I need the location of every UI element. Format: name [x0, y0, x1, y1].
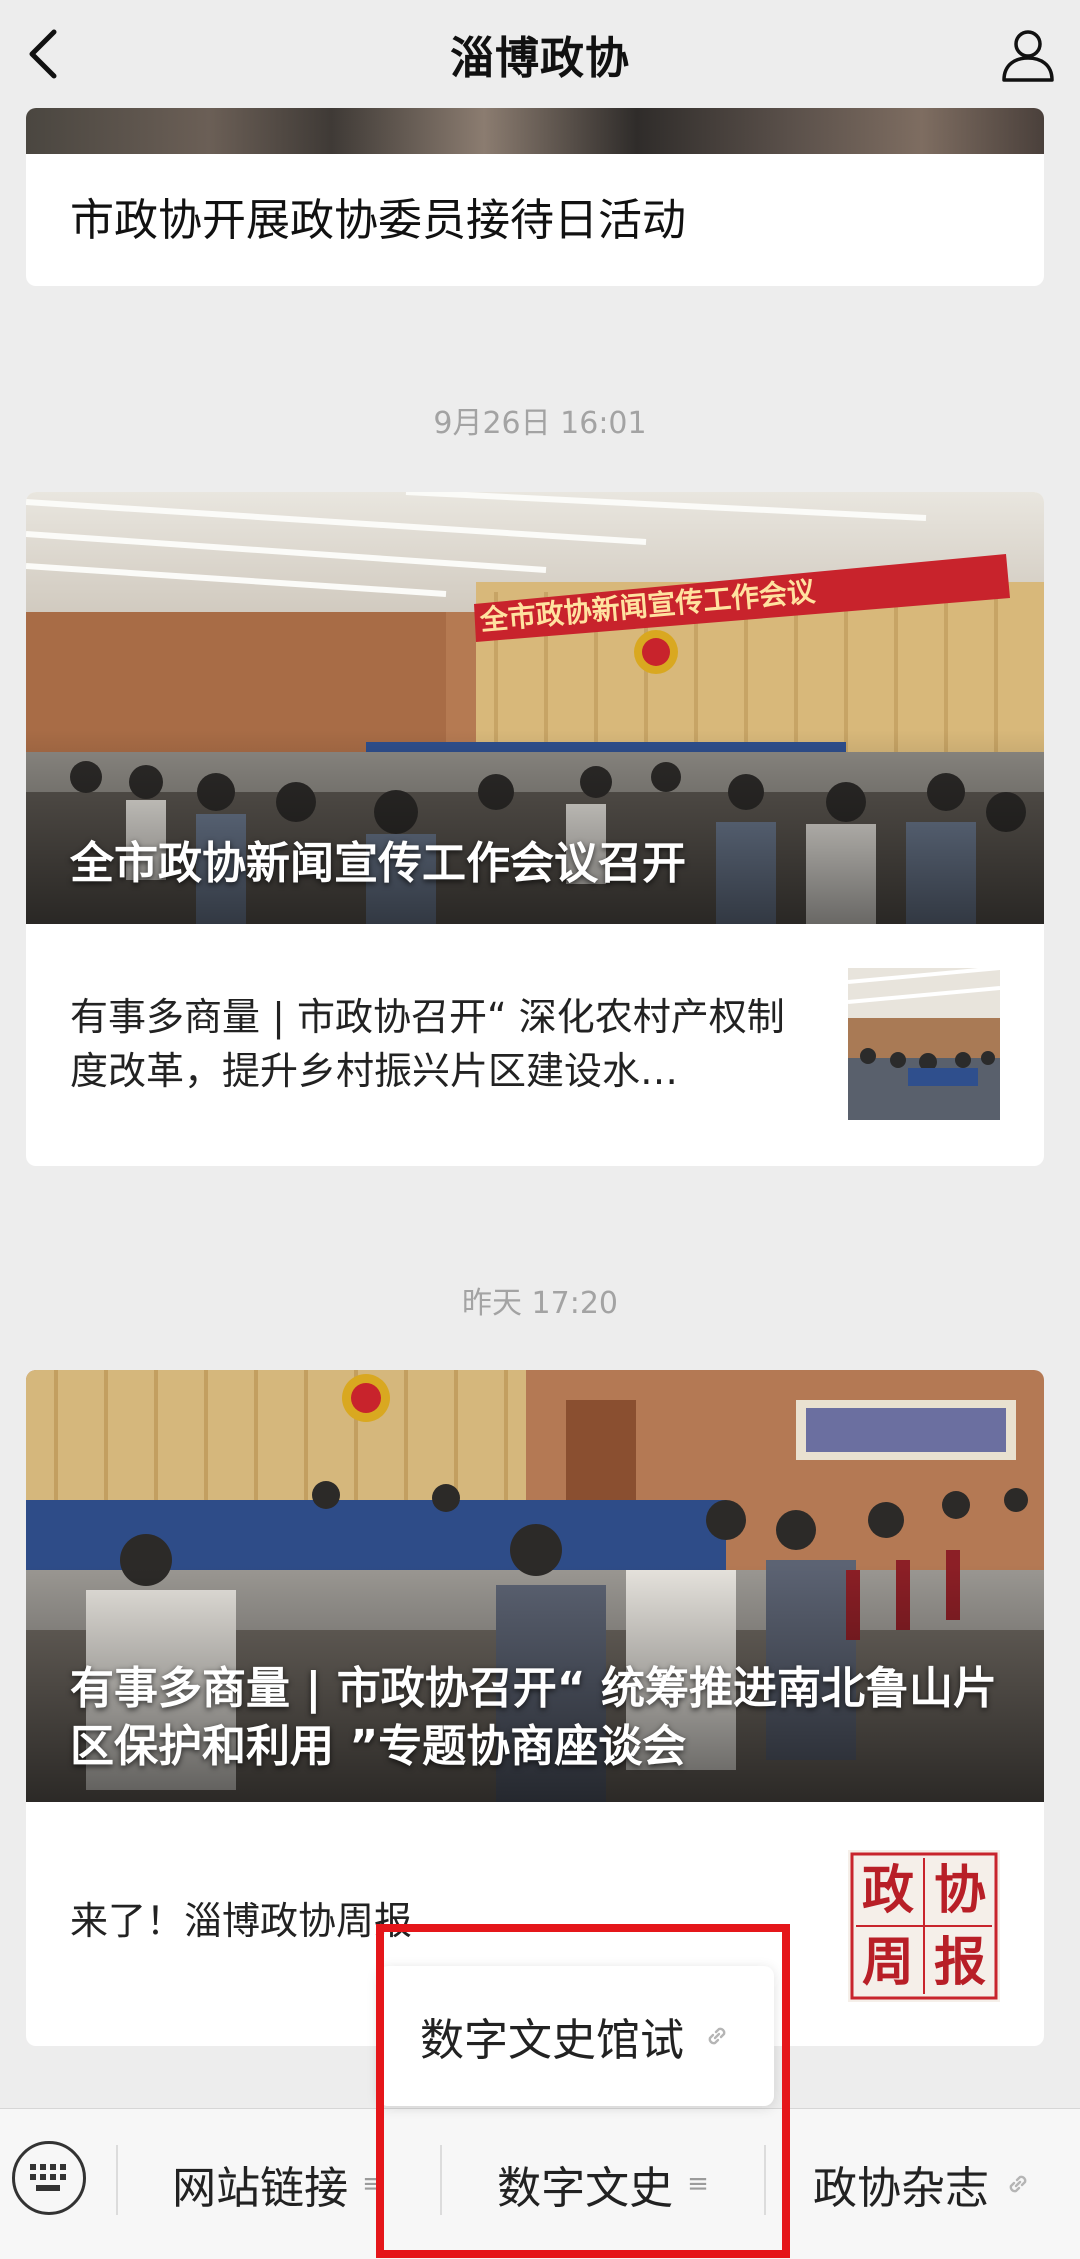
article-image-partial	[26, 108, 1044, 154]
menu-label: 政协杂志	[813, 2163, 989, 2214]
logo-char: 报	[934, 1932, 986, 1993]
menu-website-links[interactable]: 网站链接 ≡	[116, 2109, 440, 2259]
top-bar: 淄博政协	[0, 0, 1080, 108]
menu-digital-history[interactable]: 数字文史 ≡	[442, 2109, 764, 2259]
menu-lines-icon: ≡	[687, 2169, 709, 2199]
menu-cppcc-magazine[interactable]: 政协杂志	[766, 2109, 1080, 2259]
submenu-popup: 数字文史馆试	[378, 1966, 774, 2106]
user-profile-icon[interactable]	[998, 24, 1058, 84]
page-title: 淄博政协	[450, 33, 630, 84]
article-title[interactable]: 市政协开展政协委员接待日活动	[70, 184, 686, 248]
menu-label: 网站链接	[172, 2163, 349, 2214]
timestamp: 9月26日 16:01	[433, 406, 647, 441]
timestamp: 昨天 17:20	[462, 1286, 618, 1321]
keyboard-toggle-icon[interactable]	[12, 2141, 86, 2215]
menu-lines-icon: ≡	[362, 2169, 384, 2199]
article-card-2[interactable]: 有事多商量 | 市政协召开“ 统筹推进南北鲁山片区保护和利用 ”专题协商座谈会 …	[26, 1370, 1044, 2046]
article-card-1[interactable]: 全市政协新闻宣传工作会议 全市政协新闻宣传工作会议召开 有事多商量 | 市政协召…	[26, 492, 1044, 1166]
link-icon	[1009, 2175, 1027, 2193]
menu-label: 数字文史	[497, 2163, 674, 2214]
sub-article-title[interactable]: 有事多商量 | 市政协召开“ 深化农村产权制度改革，提升乡村振兴片区建设水…	[70, 990, 820, 1098]
logo-char: 政	[862, 1860, 914, 1921]
logo-char: 协	[934, 1860, 986, 1921]
link-icon	[708, 2027, 726, 2045]
back-arrow-icon[interactable]	[22, 26, 66, 82]
article-title[interactable]: 有事多商量 | 市政协召开“ 统筹推进南北鲁山片区保护和利用 ”专题协商座谈会	[70, 1660, 1020, 1776]
logo-char: 周	[862, 1932, 914, 1993]
bottom-menu-bar: 网站链接 ≡ 数字文史 ≡ 政协杂志	[0, 2108, 1080, 2259]
article-card-top[interactable]: 市政协开展政协委员接待日活动	[26, 108, 1044, 286]
article-title[interactable]: 全市政协新闻宣传工作会议召开	[70, 835, 686, 893]
submenu-item-digital-history-museum[interactable]: 数字文史馆试	[420, 2004, 684, 2068]
weekly-report-logo[interactable]: 政 协 周 报	[848, 1850, 1000, 2002]
sub-article-thumbnail[interactable]	[848, 968, 1000, 1120]
sub-article-title[interactable]: 来了！淄博政协周报	[70, 1894, 820, 1948]
